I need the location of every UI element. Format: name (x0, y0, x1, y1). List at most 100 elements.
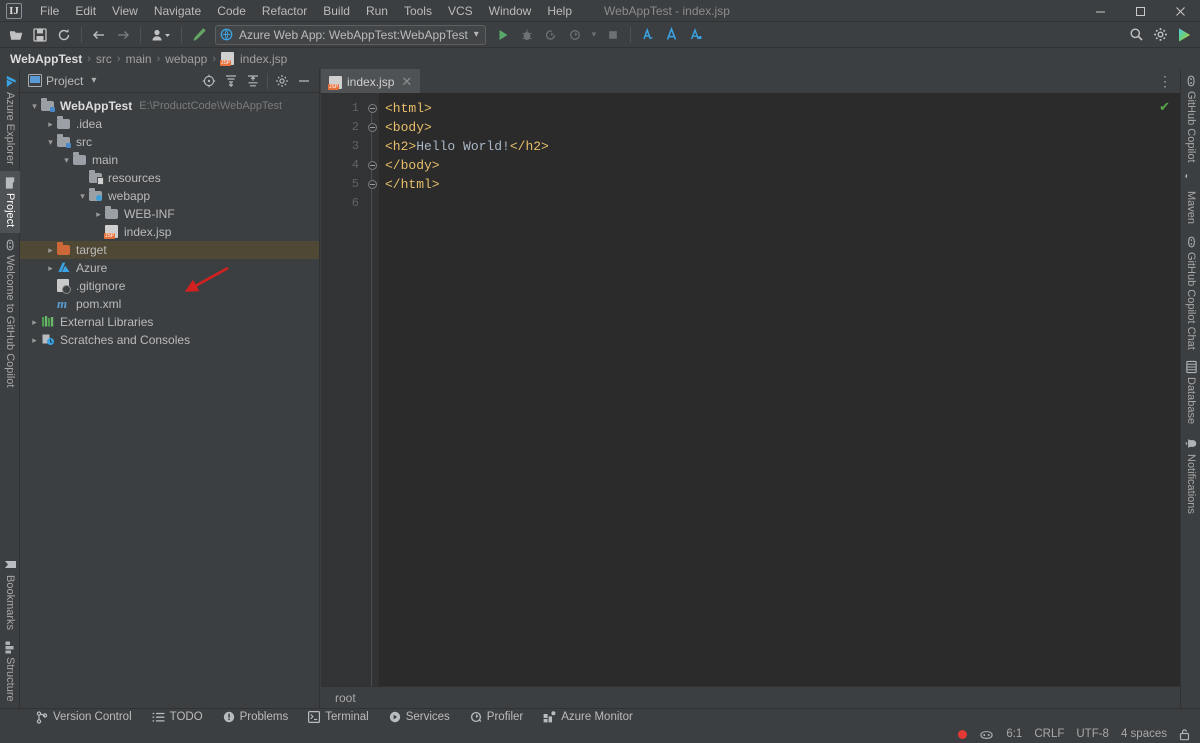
inspection-status-icon[interactable]: ✔ (1159, 99, 1170, 115)
tree-node-resources[interactable]: resources (20, 169, 319, 187)
code-folding-column[interactable] (365, 93, 379, 686)
chevron-down-icon[interactable]: ▾ (44, 137, 57, 148)
options-gear-icon[interactable] (272, 71, 292, 91)
debug-bug-icon[interactable] (516, 24, 538, 46)
breadcrumb-item-main[interactable]: main (124, 52, 154, 66)
code-content[interactable]: <html><body><h2>Hello World!</h2></body>… (379, 93, 1180, 686)
tool-stripe-structure[interactable]: Structure (0, 636, 20, 708)
menu-item-file[interactable]: File (32, 1, 67, 21)
menu-item-window[interactable]: Window (481, 1, 540, 21)
chevron-down-icon[interactable]: ▾ (28, 101, 41, 112)
collapse-all-icon[interactable] (243, 71, 263, 91)
chevron-down-icon[interactable]: ▾ (474, 29, 479, 40)
tree-node-webapptest[interactable]: ▾WebAppTestE:\ProductCode\WebAppTest (20, 97, 319, 115)
menu-item-code[interactable]: Code (209, 1, 254, 21)
fold-toggle-icon[interactable] (365, 118, 379, 137)
hide-panel-icon[interactable] (294, 71, 314, 91)
bottom-tool-version-control[interactable]: Version Control (26, 709, 142, 726)
chevron-down-icon[interactable]: ▾ (76, 191, 89, 202)
build-hammer-icon[interactable] (188, 24, 210, 46)
menu-item-view[interactable]: View (104, 1, 146, 21)
tool-stripe-github-copilot-chat[interactable]: GitHub Copilot Chat (1181, 230, 1200, 356)
tree-node--gitignore[interactable]: .gitignore (20, 277, 319, 295)
maximize-button[interactable] (1120, 0, 1160, 22)
tree-node-scratches-and-consoles[interactable]: ▸Scratches and Consoles (20, 331, 319, 349)
tree-node-index-jsp[interactable]: index.jsp (20, 223, 319, 241)
open-folder-icon[interactable] (5, 24, 27, 46)
code-editor[interactable]: 123456 <html><body><h2>Hello World!</h2>… (321, 93, 1180, 686)
editor-breadcrumb-root[interactable]: root (335, 691, 356, 705)
run-configuration-selector[interactable]: Azure Web App: WebAppTest:WebAppTest ▾ (215, 25, 486, 45)
tree-node--idea[interactable]: ▸.idea (20, 115, 319, 133)
run-play-icon[interactable] (492, 24, 514, 46)
tree-node-pom-xml[interactable]: mpom.xml (20, 295, 319, 313)
menu-item-refactor[interactable]: Refactor (254, 1, 315, 21)
expand-all-icon[interactable] (221, 71, 241, 91)
chevron-right-icon[interactable]: ▸ (28, 335, 41, 346)
bottom-tool-azure-monitor[interactable]: Azure Monitor (533, 709, 643, 726)
tree-node-webapp[interactable]: ▾webapp (20, 187, 319, 205)
tree-node-external-libraries[interactable]: ▸External Libraries (20, 313, 319, 331)
ai-assistant-chat-icon[interactable] (685, 24, 707, 46)
sync-icon[interactable] (53, 24, 75, 46)
fold-toggle-icon[interactable] (365, 175, 379, 194)
close-tab-icon[interactable]: ✕ (401, 74, 412, 90)
breadcrumb-item-index-jsp[interactable]: index.jsp (238, 52, 289, 66)
profile-run-icon[interactable] (564, 24, 586, 46)
stop-square-icon[interactable] (602, 24, 624, 46)
bottom-tool-terminal[interactable]: Terminal (298, 709, 378, 726)
code-line[interactable] (379, 194, 1180, 213)
chevron-right-icon[interactable]: ▸ (44, 263, 57, 274)
bottom-tool-todo[interactable]: TODO (142, 709, 213, 726)
chevron-right-icon[interactable]: ▸ (44, 119, 57, 130)
line-separator[interactable]: CRLF (1034, 728, 1064, 740)
tree-node-main[interactable]: ▾main (20, 151, 319, 169)
bottom-tool-services[interactable]: Services (379, 709, 460, 726)
tree-node-src[interactable]: ▾src (20, 133, 319, 151)
code-line[interactable]: <body> (379, 118, 1180, 137)
back-arrow-icon[interactable] (88, 24, 110, 46)
tool-stripe-bookmarks[interactable]: Bookmarks (0, 552, 20, 636)
tool-stripe-project[interactable]: Project (0, 171, 20, 233)
bottom-tool-profiler[interactable]: Profiler (460, 709, 533, 726)
bottom-tool-problems[interactable]: Problems (213, 709, 299, 726)
menu-item-build[interactable]: Build (315, 1, 358, 21)
forward-arrow-icon[interactable] (112, 24, 134, 46)
save-icon[interactable] (29, 24, 51, 46)
tool-stripe-database[interactable]: Database (1181, 355, 1200, 430)
recording-dot-icon[interactable] (958, 730, 967, 739)
file-encoding[interactable]: UTF-8 (1076, 728, 1109, 740)
select-opened-file-icon[interactable] (199, 71, 219, 91)
editor-tab-index-jsp[interactable]: index.jsp ✕ (321, 69, 420, 93)
fold-toggle-icon[interactable] (365, 156, 379, 175)
tool-stripe-azure-explorer[interactable]: Azure Explorer (0, 69, 20, 171)
ai-assistant-alt-icon[interactable] (661, 24, 683, 46)
code-line[interactable]: <html> (379, 99, 1180, 118)
more-vertical-icon[interactable]: ⋮ (1158, 77, 1172, 85)
caret-position[interactable]: 6:1 (1006, 728, 1022, 740)
chevron-down-icon[interactable]: ▾ (60, 155, 73, 166)
ai-assistant-icon[interactable] (637, 24, 659, 46)
user-profile-icon[interactable] (147, 24, 175, 46)
tool-stripe-welcome-to-github-copilot[interactable]: Welcome to GitHub Copilot (0, 233, 20, 393)
menu-item-tools[interactable]: Tools (396, 1, 440, 21)
run-coverage-icon[interactable] (540, 24, 562, 46)
menu-item-help[interactable]: Help (539, 1, 580, 21)
lock-icon[interactable] (1179, 728, 1190, 741)
chevron-right-icon[interactable]: ▸ (44, 245, 57, 256)
tree-node-target[interactable]: ▸target (20, 241, 319, 259)
breadcrumb-item-src[interactable]: src (94, 52, 114, 66)
tree-node-web-inf[interactable]: ▸WEB-INF (20, 205, 319, 223)
indent-setting[interactable]: 4 spaces (1121, 728, 1167, 740)
chevron-right-icon[interactable]: ▸ (28, 317, 41, 328)
search-icon[interactable] (1125, 24, 1147, 46)
code-line[interactable]: </body> (379, 156, 1180, 175)
fold-toggle-icon[interactable] (365, 99, 379, 118)
menu-item-edit[interactable]: Edit (67, 1, 104, 21)
close-button[interactable] (1160, 0, 1200, 22)
code-line[interactable]: <h2>Hello World!</h2> (379, 137, 1180, 156)
run-options-chevron-icon[interactable]: ▾ (588, 24, 600, 46)
minimize-button[interactable] (1080, 0, 1120, 22)
breadcrumb-item-webapptest[interactable]: WebAppTest (8, 52, 84, 66)
tool-stripe-notifications[interactable]: Notifications (1181, 431, 1200, 520)
